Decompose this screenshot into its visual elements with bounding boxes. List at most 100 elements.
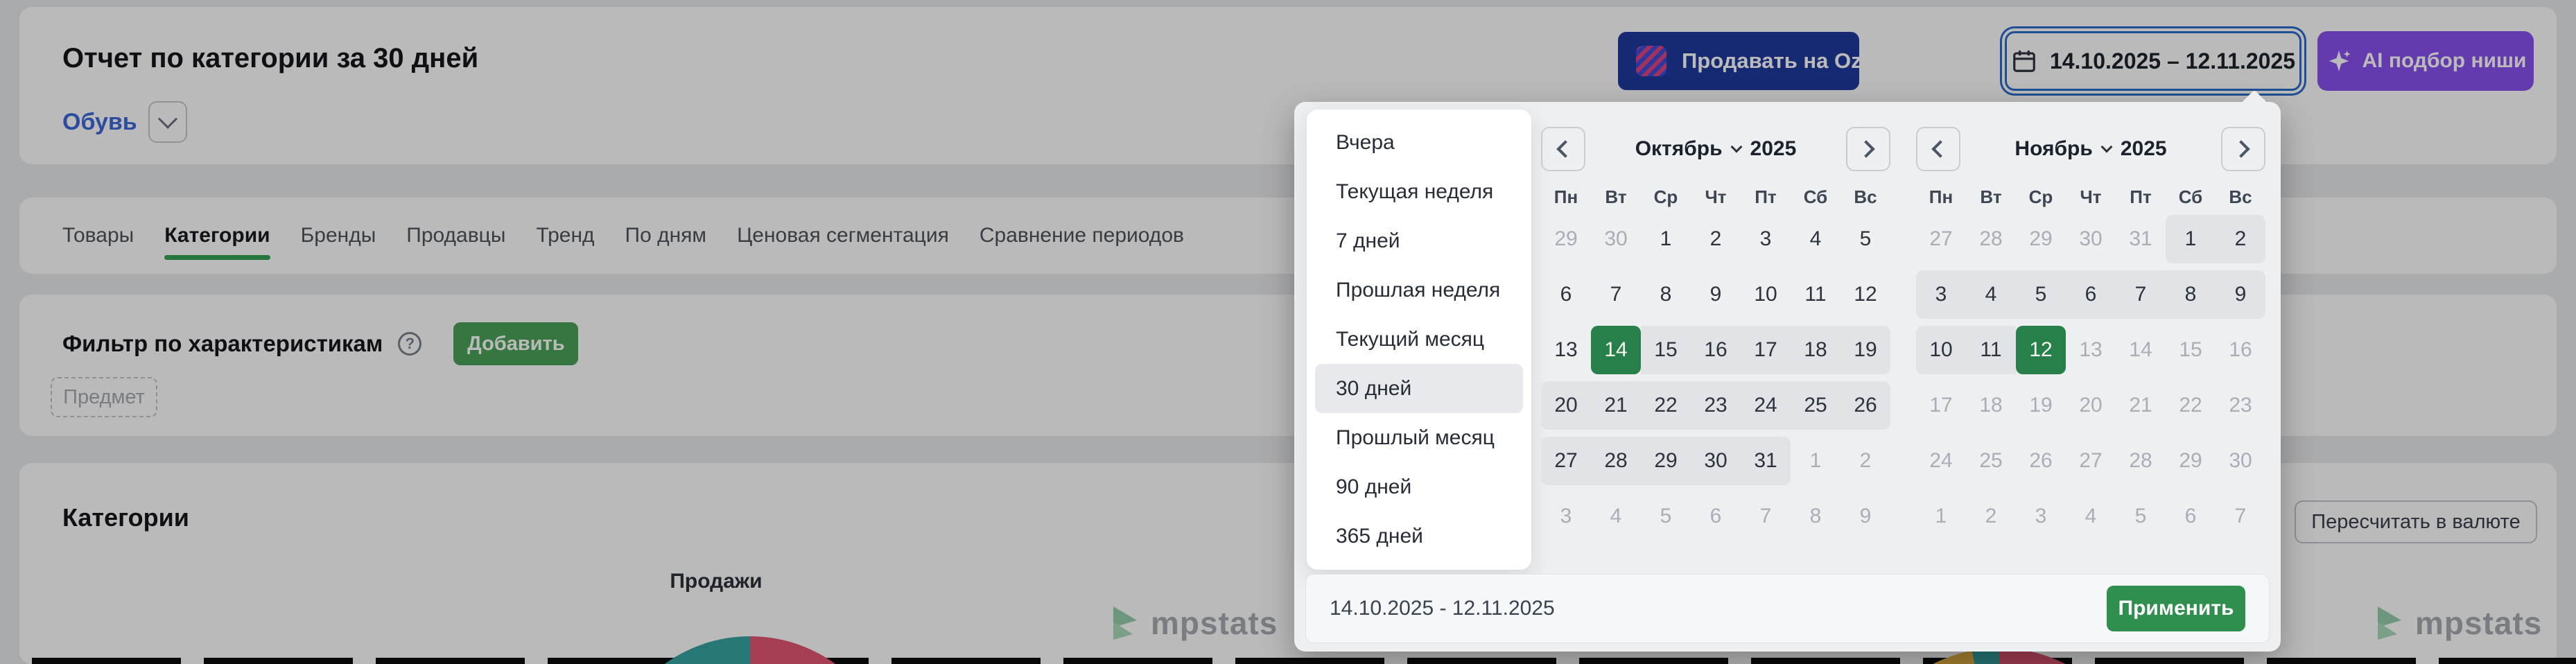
calendar-day[interactable]: 4 — [1966, 270, 2016, 319]
calendar-day[interactable]: 1 — [1641, 215, 1691, 263]
chevron-down-icon — [1730, 141, 1742, 153]
preset-option-1[interactable]: Текущая неделя — [1307, 167, 1531, 216]
weekday-label: Вт — [1966, 186, 2016, 208]
calendar-day[interactable]: 8 — [1641, 270, 1691, 319]
preset-option-4[interactable]: Текущий месяц — [1307, 315, 1531, 364]
calendar-day: 15 — [2166, 326, 2216, 374]
preset-option-3[interactable]: Прошлая неделя — [1307, 265, 1531, 315]
calendar-day: 7 — [2216, 492, 2265, 541]
weekday-label: Сб — [1791, 186, 1840, 208]
calendar-day[interactable]: 18 — [1791, 326, 1840, 374]
calendar-day[interactable]: 6 — [1541, 270, 1591, 319]
preset-option-0[interactable]: Вчера — [1307, 118, 1531, 167]
calendar-day[interactable]: 9 — [2216, 270, 2265, 319]
calendar-day: 13 — [2066, 326, 2116, 374]
chevron-left-icon — [1556, 140, 1574, 157]
calendar-day: 17 — [1916, 381, 1966, 430]
calendar-day[interactable]: 12 — [1840, 270, 1890, 319]
apply-button[interactable]: Применить — [2107, 586, 2245, 631]
calendar-day[interactable]: 5 — [2016, 270, 2066, 319]
calendar-day[interactable]: 24 — [1741, 381, 1791, 430]
calendar-day: 25 — [1966, 437, 2016, 485]
calendar-day[interactable]: 7 — [1591, 270, 1641, 319]
calendar-day: 4 — [2066, 492, 2116, 541]
calendar-day[interactable]: 16 — [1691, 326, 1741, 374]
weekday-row: ПнВтСрЧтПтСбВс — [1541, 186, 1890, 208]
preset-option-2[interactable]: 7 дней — [1307, 216, 1531, 265]
calendar-day[interactable]: 6 — [2066, 270, 2116, 319]
selected-range-text: 14.10.2025 - 12.11.2025 — [1330, 597, 1555, 620]
next-month-button[interactable] — [2221, 127, 2265, 171]
calendar-day[interactable]: 19 — [1840, 326, 1890, 374]
calendar-day[interactable]: 26 — [1840, 381, 1890, 430]
calendar-day: 8 — [1791, 492, 1840, 541]
calendar-day[interactable]: 11 — [1966, 326, 2016, 374]
calendar-day[interactable]: 23 — [1691, 381, 1741, 430]
calendar-day: 24 — [1916, 437, 1966, 485]
calendar-day[interactable]: 5 — [1840, 215, 1890, 263]
calendar-day[interactable]: 20 — [1541, 381, 1591, 430]
calendar-day[interactable]: 28 — [1591, 437, 1641, 485]
preset-option-8[interactable]: 365 дней — [1307, 512, 1531, 561]
calendar-day: 20 — [2066, 381, 2116, 430]
weekday-label: Пт — [2116, 186, 2166, 208]
calendar-day: 3 — [1541, 492, 1591, 541]
calendar-day[interactable]: 31 — [1741, 437, 1791, 485]
calendar-day[interactable]: 10 — [1916, 326, 1966, 374]
weekday-label: Чт — [1691, 186, 1741, 208]
calendar-day[interactable]: 9 — [1691, 270, 1741, 319]
calendar-day[interactable]: 8 — [2166, 270, 2216, 319]
calendar-day[interactable]: 1 — [2166, 215, 2216, 263]
page: Отчет по категории за 30 дней Обувь Прод… — [0, 0, 2576, 664]
calendar-day[interactable]: 4 — [1791, 215, 1840, 263]
calendar-day[interactable]: 21 — [1591, 381, 1641, 430]
calendar-day[interactable]: 14 — [1591, 326, 1641, 374]
calendar-day[interactable]: 15 — [1641, 326, 1691, 374]
calendar-day[interactable]: 27 — [1541, 437, 1591, 485]
weekday-label: Вс — [2216, 186, 2265, 208]
calendar-day: 7 — [1741, 492, 1791, 541]
calendar-day[interactable]: 2 — [1691, 215, 1741, 263]
calendar-day[interactable]: 17 — [1741, 326, 1791, 374]
chevron-left-icon — [1931, 140, 1949, 157]
calendar-day[interactable]: 30 — [1691, 437, 1741, 485]
next-month-button[interactable] — [1846, 127, 1890, 171]
calendar-day[interactable]: 10 — [1741, 270, 1791, 319]
weekday-label: Ср — [2016, 186, 2066, 208]
preset-option-6[interactable]: Прошлый месяц — [1307, 413, 1531, 462]
calendar-day[interactable]: 25 — [1791, 381, 1840, 430]
preset-option-5[interactable]: 30 дней — [1315, 364, 1523, 413]
calendar-day[interactable]: 13 — [1541, 326, 1591, 374]
chevron-right-icon — [2232, 140, 2249, 157]
calendar-day[interactable]: 22 — [1641, 381, 1691, 430]
calendar-day[interactable]: 3 — [1741, 215, 1791, 263]
calendar-day: 23 — [2216, 381, 2265, 430]
chevron-down-icon — [2100, 141, 2112, 153]
weekday-label: Чт — [2066, 186, 2116, 208]
month-select[interactable]: Октябрь — [1635, 137, 1723, 161]
calendar-day: 28 — [1966, 215, 2016, 263]
month-select[interactable]: Ноябрь — [2014, 137, 2092, 161]
calendar-day[interactable]: 29 — [1641, 437, 1691, 485]
year-select[interactable]: 2025 — [1750, 137, 1797, 161]
year-select[interactable]: 2025 — [2121, 137, 2167, 161]
day-grid: 2728293031123456789101112131415161718192… — [1916, 215, 2265, 541]
calendar-day: 1 — [1916, 492, 1966, 541]
weekday-label: Пн — [1916, 186, 1966, 208]
calendar-day[interactable]: 7 — [2116, 270, 2166, 319]
calendar-day: 31 — [2116, 215, 2166, 263]
calendar-day: 2 — [1840, 437, 1890, 485]
prev-month-button[interactable] — [1541, 127, 1585, 171]
calendar-day[interactable]: 2 — [2216, 215, 2265, 263]
prev-month-button[interactable] — [1916, 127, 1960, 171]
weekday-label: Ср — [1641, 186, 1691, 208]
calendar-november: Ноябрь 2025 ПнВтСрЧтПтСбВс 2728293031123… — [1916, 127, 2265, 541]
weekday-label: Вс — [1840, 186, 1890, 208]
preset-option-7[interactable]: 90 дней — [1307, 462, 1531, 512]
calendar-day: 2 — [1966, 492, 2016, 541]
calendar-day[interactable]: 11 — [1791, 270, 1840, 319]
calendar-day: 30 — [2066, 215, 2116, 263]
calendar-day[interactable]: 3 — [1916, 270, 1966, 319]
calendar-day[interactable]: 12 — [2016, 326, 2066, 374]
date-presets-panel: ВчераТекущая неделя7 днейПрошлая неделяТ… — [1307, 110, 1531, 570]
